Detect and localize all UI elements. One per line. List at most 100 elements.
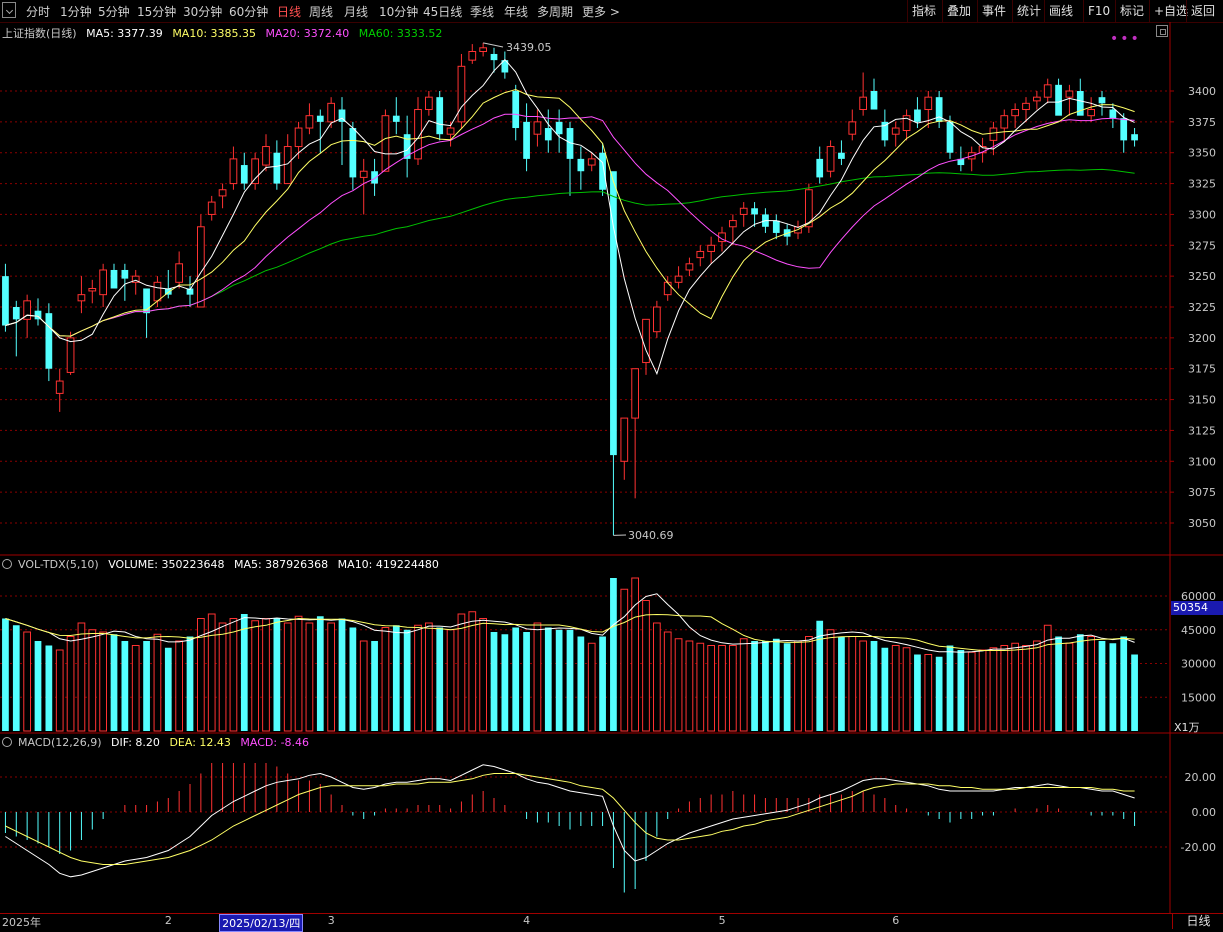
more-dots-icon[interactable]: ••• — [1110, 31, 1141, 47]
candle-body-up — [197, 227, 204, 307]
volume-bar-up — [415, 625, 422, 731]
price-axis-label: 3250 — [1188, 270, 1216, 283]
candle-body-down — [121, 270, 128, 279]
macd-axis-label: 20.00 — [1185, 771, 1217, 784]
menu-icon[interactable] — [2, 2, 16, 18]
macd-legend: MACD(12,26,9) DIF: 8.20 DEA: 12.43 MACD:… — [2, 736, 315, 749]
volume-bar-down — [871, 641, 878, 731]
volume-bar-up — [284, 623, 291, 731]
volume-bar-up — [675, 639, 682, 731]
volume-bar-up — [360, 641, 367, 731]
candle-body-down — [545, 128, 552, 140]
tab-period-4[interactable]: 30分钟 — [183, 3, 222, 20]
date-axis-label: 2 — [165, 914, 172, 927]
volume-bar-up — [860, 641, 867, 731]
toolbar-button-1[interactable]: 叠加 — [942, 0, 975, 22]
volume-bar-down — [838, 637, 845, 732]
candle-body-up — [89, 288, 96, 290]
tab-period-6[interactable]: 日线 — [277, 3, 301, 20]
price-axis-label: 3125 — [1188, 424, 1216, 437]
volume-bar-up — [425, 623, 432, 731]
volume-bar-down — [45, 646, 52, 732]
volume-bar-down — [936, 657, 943, 731]
tab-period-11[interactable]: 季线 — [470, 3, 494, 20]
candle-body-up — [675, 276, 682, 282]
candle-body-up — [697, 251, 704, 257]
tab-period-1[interactable]: 1分钟 — [60, 3, 92, 20]
volume-bar-down — [2, 619, 9, 732]
vol-title: VOL-TDX(5,10) — [18, 558, 99, 571]
candle-body-up — [534, 122, 541, 134]
toolbar-button-3[interactable]: 统计 — [1012, 0, 1045, 22]
tab-period-9[interactable]: 10分钟 — [379, 3, 418, 20]
volume-bar-up — [89, 630, 96, 731]
volume-bar-down — [523, 632, 530, 731]
candle-body-up — [447, 128, 454, 134]
volume-axis-label: 45000 — [1181, 624, 1216, 637]
macd-axis-label: 0.00 — [1192, 806, 1217, 819]
volume-bar-up — [621, 589, 628, 731]
vol-ma5: MA5: 387926368 — [234, 558, 328, 571]
candle-body-down — [577, 159, 584, 171]
candle-body-down — [773, 221, 780, 233]
volume-bar-down — [512, 628, 519, 732]
candle-body-up — [860, 97, 867, 109]
volume-settings-icon[interactable] — [2, 559, 12, 569]
max-price-label: 3439.05 — [506, 41, 552, 54]
volume-bar-down — [339, 619, 346, 732]
tab-period-8[interactable]: 月线 — [344, 3, 368, 20]
volume-bar-up — [1012, 643, 1019, 731]
tab-period-10[interactable]: 45日线 — [423, 3, 462, 20]
toolbar-button-0[interactable]: 指标 — [907, 0, 940, 22]
toolbar-button-6[interactable]: 标记 — [1115, 0, 1148, 22]
candle-body-up — [480, 48, 487, 52]
candle-body-down — [1109, 110, 1116, 119]
volume-bar-up — [892, 646, 899, 732]
candle-body-up — [263, 147, 270, 166]
volume-bar-down — [241, 614, 248, 731]
macd-settings-icon[interactable] — [2, 737, 12, 747]
tab-period-3[interactable]: 15分钟 — [137, 3, 176, 20]
volume-bar-up — [132, 646, 139, 732]
volume-bar-down — [556, 630, 563, 731]
tab-period-0[interactable]: 分时 — [26, 3, 50, 20]
kline-chart[interactable]: 3400337533503325330032753250322532003175… — [0, 22, 1223, 913]
volume-bar-up — [740, 639, 747, 731]
volume-bar-up — [827, 630, 834, 731]
period-toolbar: 分时 1分钟 5分钟 15分钟 30分钟 60分钟日线周线月线 10分钟 45日线季线年线多周… — [0, 0, 1223, 23]
min-price-label: 3040.69 — [628, 529, 674, 542]
candle-body-up — [1001, 116, 1008, 128]
toolbar-button-5[interactable]: F10 — [1083, 0, 1114, 22]
tab-period-14[interactable]: 更多 > — [582, 3, 620, 20]
candle-body-down — [2, 276, 9, 325]
volume-bar-up — [849, 637, 856, 732]
index-title: 上证指数(日线) — [2, 27, 77, 40]
volume-bar-down — [501, 634, 508, 731]
period-indicator[interactable]: 日线 — [1172, 913, 1223, 929]
volume-bar-up — [480, 619, 487, 732]
tab-period-13[interactable]: 多周期 — [537, 3, 573, 20]
volume-bar-down — [165, 648, 172, 731]
volume-bar-up — [447, 630, 454, 731]
ma20-legend: MA20: 3372.40 — [266, 27, 350, 40]
volume-bar-up — [903, 648, 910, 731]
toolbar-button-8[interactable]: 返回 — [1186, 0, 1219, 22]
tab-period-5[interactable]: 60分钟 — [229, 3, 268, 20]
price-axis-label: 3325 — [1188, 178, 1216, 191]
candle-body-down — [871, 91, 878, 110]
toolbar-button-4[interactable]: 画线 — [1044, 0, 1077, 22]
candle-body-up — [849, 122, 856, 134]
tab-period-7[interactable]: 周线 — [309, 3, 333, 20]
tab-period-2[interactable]: 5分钟 — [98, 3, 130, 20]
window-toggle-icon[interactable] — [1156, 25, 1168, 37]
candle-body-down — [1055, 85, 1062, 116]
candle-body-down — [241, 165, 248, 184]
toolbar-button-2[interactable]: 事件 — [977, 0, 1010, 22]
tab-period-12[interactable]: 年线 — [504, 3, 528, 20]
candle-body-up — [827, 147, 834, 172]
candle-body-up — [306, 116, 313, 128]
candle-body-down — [404, 134, 411, 159]
candle-body-up — [67, 338, 74, 373]
candle-body-up — [1012, 110, 1019, 116]
volume-bar-up — [686, 641, 693, 731]
